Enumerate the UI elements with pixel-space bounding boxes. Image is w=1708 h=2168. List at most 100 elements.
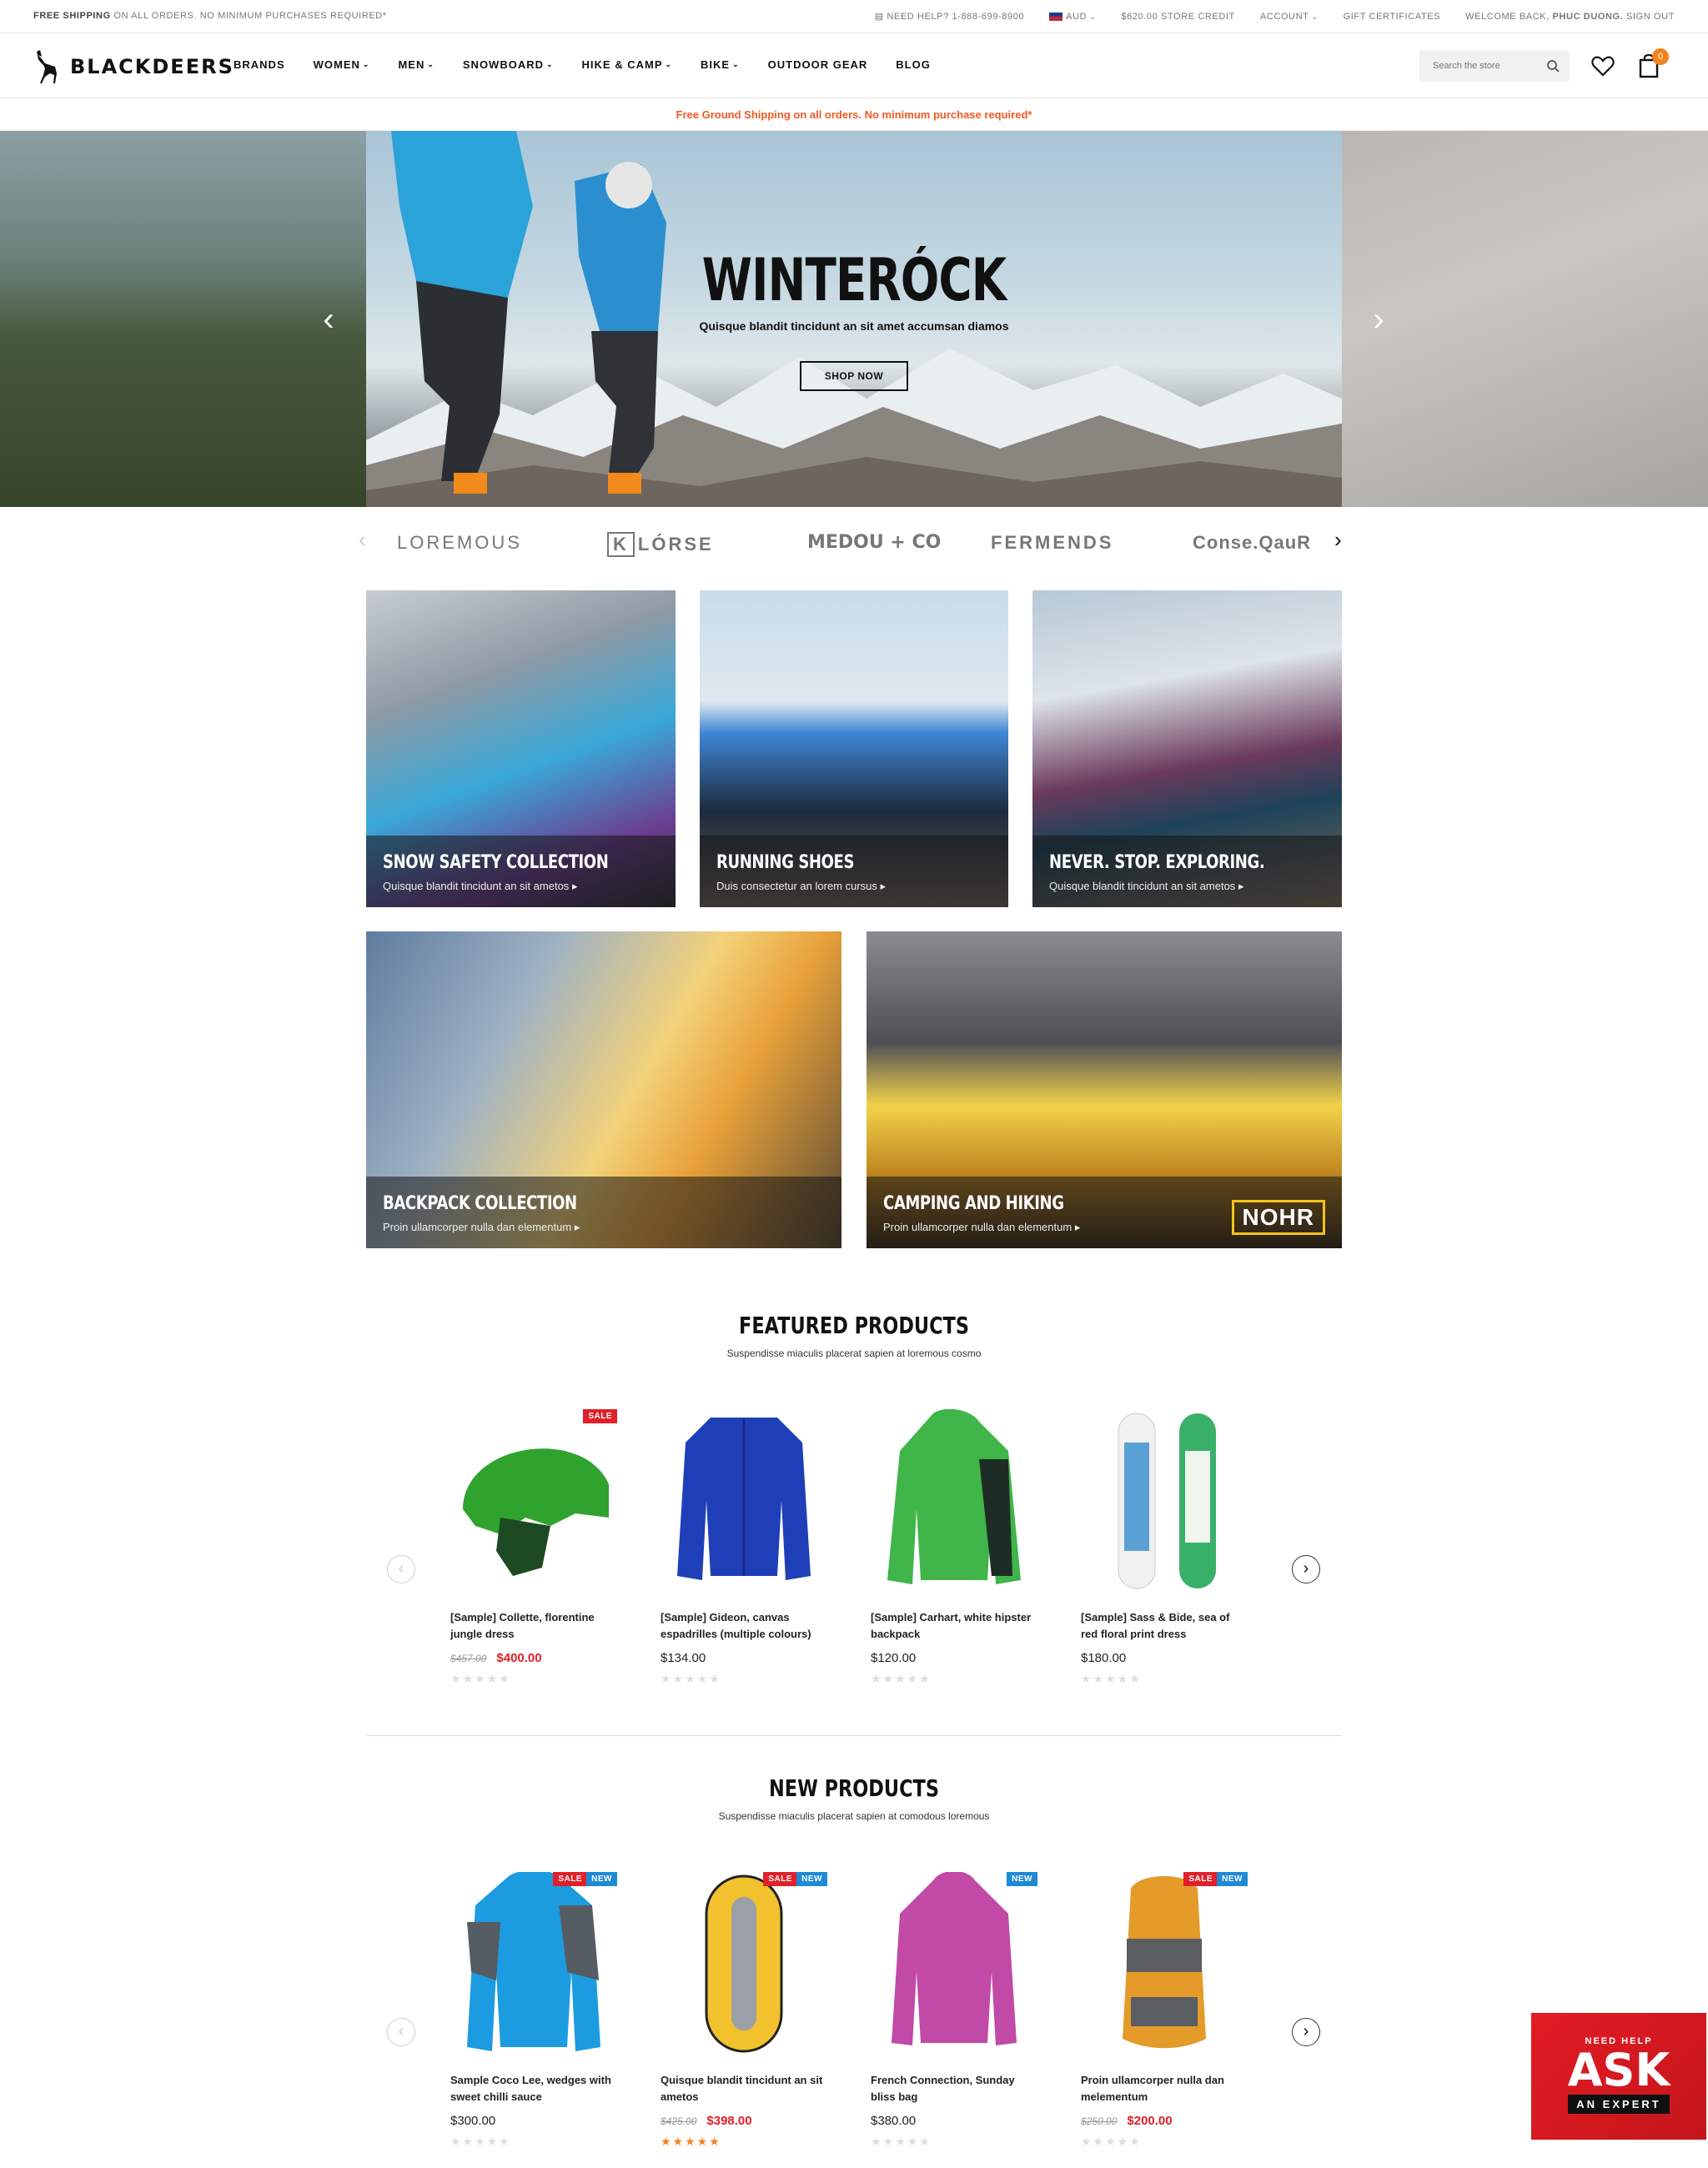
product-price: $398.00 xyxy=(706,2114,752,2128)
tile-camping-hiking[interactable]: CAMPING AND HIKING Proin ullamcorper null… xyxy=(867,931,1342,1248)
new-badge: NEW xyxy=(796,1872,827,1886)
product-name[interactable]: Quisque blandit tincidunt an sit ametos xyxy=(661,2072,827,2105)
gift-certificates-link[interactable]: GIFT CERTIFICATES xyxy=(1344,12,1441,22)
shop-now-button[interactable]: SHOP NOW xyxy=(800,361,908,391)
account-menu[interactable]: ACCOUNT ⌄ xyxy=(1260,12,1319,22)
sale-badge: SALE xyxy=(553,1872,587,1886)
nav-snowboard[interactable]: SNOWBOARD ⌄ xyxy=(463,58,554,71)
product-image[interactable]: NEW xyxy=(871,1870,1037,2055)
hero-title: WINTERÓCK xyxy=(701,246,1007,314)
flag-icon xyxy=(1049,12,1063,21)
product-card[interactable]: [Sample] Sass & Bide, sea of red floral … xyxy=(1081,1409,1248,1686)
product-image[interactable] xyxy=(661,1409,827,1593)
caret-right-icon: ▸ xyxy=(574,1221,580,1233)
logo[interactable]: BLACKDEERS xyxy=(33,48,234,85)
new-products-title: NEW PRODUCTS xyxy=(769,1774,939,1802)
product-name[interactable]: [Sample] Carhart, white hipster backpack xyxy=(871,1609,1037,1643)
brand-logo[interactable]: Conse.QauR xyxy=(1193,532,1311,554)
product-image[interactable]: SALE NEW xyxy=(450,1869,617,2055)
search-box xyxy=(1419,50,1570,82)
product-card[interactable]: SALE NEW Proin ullamcorper nulla dan mel… xyxy=(1081,1872,1248,2149)
caret-right-icon: ▸ xyxy=(1238,880,1244,892)
nav-women[interactable]: WOMEN ⌄ xyxy=(314,58,370,71)
welcome-text: WELCOME BACK, PHUC DUONG. SIGN OUT xyxy=(1465,11,1675,22)
shipping-banner: Free Ground Shipping on all orders. No m… xyxy=(0,99,1708,131)
product-image[interactable] xyxy=(871,1408,1037,1593)
helmet-image xyxy=(463,1448,609,1576)
ask-expert-widget[interactable]: NEED HELP ASK AN EXPERT xyxy=(1531,2013,1706,2140)
hiking-backpack-image xyxy=(1123,1876,1206,2049)
brand-nohr-logo: NOHR xyxy=(1231,1200,1325,1235)
featured-next-arrow-icon[interactable]: › xyxy=(1292,1555,1320,1583)
puffer-jacket-image xyxy=(677,1418,811,1580)
product-name[interactable]: French Connection, Sunday bliss bag xyxy=(871,2072,1037,2105)
product-name[interactable]: [Sample] Gideon, canvas espadrilles (mul… xyxy=(661,1609,827,1643)
brand-logo[interactable]: K LÓRSE xyxy=(607,532,714,557)
caret-right-icon: ▸ xyxy=(880,880,887,892)
nav-bike[interactable]: BIKE ⌄ xyxy=(701,58,740,71)
tile-never-stop-exploring[interactable]: NEVER. STOP. EXPLORING. Quisque blandit t… xyxy=(1032,590,1342,907)
currency-selector[interactable]: AUD ⌄ xyxy=(1049,12,1096,22)
sign-out-link[interactable]: SIGN OUT xyxy=(1626,12,1675,22)
hero-subtitle: Quisque blandit tincidunt an sit amet ac… xyxy=(699,319,1009,333)
tile-snow-safety[interactable]: SNOW SAFETY COLLECTION Quisque blandit ti… xyxy=(366,590,676,907)
product-card[interactable]: [Sample] Gideon, canvas espadrilles (mul… xyxy=(661,1409,827,1686)
product-name[interactable]: [Sample] Sass & Bide, sea of red floral … xyxy=(1081,1609,1248,1643)
product-card[interactable]: SALE [Sample] Collette, florentine jungl… xyxy=(450,1409,617,1686)
snowboard-image xyxy=(1118,1413,1216,1589)
help-phone-link[interactable]: ▤ NEED HELP? 1-888-699-8900 xyxy=(875,11,1024,22)
nav-men[interactable]: MEN ⌄ xyxy=(398,58,434,71)
brand-logo[interactable]: MEDOU + CO xyxy=(807,532,941,553)
search-icon[interactable] xyxy=(1546,59,1560,73)
chevron-down-icon: ⌄ xyxy=(732,60,740,68)
product-price: $134.00 xyxy=(661,1651,706,1665)
tile-running-shoes[interactable]: RUNNING SHOES Duis consectetur an lorem c… xyxy=(700,590,1008,907)
product-card[interactable]: SALE NEW Quisque blandit tincidunt an si… xyxy=(661,1872,827,2149)
rating-stars: ★★★★★ xyxy=(661,1672,721,1685)
chevron-down-icon: ⌄ xyxy=(362,60,370,68)
tile-backpack-collection[interactable]: BACKPACK COLLECTION Proin ullamcorper nul… xyxy=(366,931,841,1248)
product-image[interactable]: SALE NEW xyxy=(661,1872,827,2055)
sale-badge: SALE xyxy=(1183,1872,1218,1886)
rating-stars: ★★★★★ xyxy=(871,2135,932,2148)
featured-prev-arrow-icon[interactable]: ‹ xyxy=(387,1555,415,1583)
new-next-arrow-icon[interactable]: › xyxy=(1292,2018,1320,2046)
sale-badge: SALE xyxy=(583,1409,617,1423)
nav-outdoor-gear[interactable]: OUTDOOR GEAR xyxy=(768,58,868,71)
product-name[interactable]: Proin ullamcorper nulla dan melementum xyxy=(1081,2072,1248,2105)
hero-next-arrow-icon[interactable]: › xyxy=(1366,303,1391,336)
search-input[interactable] xyxy=(1419,50,1536,82)
nav-brands[interactable]: BRANDS xyxy=(234,58,285,71)
hero-prev-slide-image xyxy=(0,131,366,507)
chevron-down-icon: ⌄ xyxy=(665,60,673,68)
brand-logo[interactable]: FERMENDS xyxy=(991,532,1113,554)
brands-prev-arrow-icon[interactable]: ‹ xyxy=(359,527,369,553)
cart-count-badge: 0 xyxy=(1652,48,1669,65)
rating-stars: ★★★★★ xyxy=(661,2135,721,2148)
product-old-price: $425.00 xyxy=(661,2115,697,2127)
product-card[interactable]: [Sample] Carhart, white hipster backpack… xyxy=(871,1408,1037,1686)
section-divider xyxy=(366,1735,1342,1736)
rating-stars: ★★★★★ xyxy=(1081,1672,1142,1685)
brand-k-icon: K xyxy=(607,532,635,557)
sale-badge: SALE xyxy=(763,1872,797,1886)
wishlist-heart-icon[interactable] xyxy=(1590,53,1615,78)
product-old-price: $250.00 xyxy=(1081,2115,1118,2127)
brand-logo[interactable]: LOREMOUS xyxy=(397,532,522,554)
chevron-down-icon: ⌄ xyxy=(546,60,554,68)
product-name[interactable]: [Sample] Collette, florentine jungle dre… xyxy=(450,1609,617,1643)
product-name[interactable]: Sample Coco Lee, wedges with sweet chill… xyxy=(450,2072,617,2105)
product-image[interactable]: SALE xyxy=(450,1409,617,1593)
nav-blog[interactable]: BLOG xyxy=(896,58,931,71)
new-prev-arrow-icon[interactable]: ‹ xyxy=(387,2018,415,2046)
nav-hike-camp[interactable]: HIKE & CAMP ⌄ xyxy=(582,58,673,71)
product-card[interactable]: NEW French Connection, Sunday bliss bag … xyxy=(871,1870,1037,2149)
hero-prev-arrow-icon[interactable]: ‹ xyxy=(316,303,341,336)
brands-next-arrow-icon[interactable]: › xyxy=(1334,527,1344,553)
product-image[interactable] xyxy=(1081,1409,1248,1593)
hero-next-slide-image xyxy=(1342,131,1708,507)
new-badge: NEW xyxy=(1007,1872,1037,1886)
shipping-notice: FREE SHIPPING ON ALL ORDERS. NO MINIMUM … xyxy=(33,11,387,21)
product-image[interactable]: SALE NEW xyxy=(1081,1872,1248,2055)
product-card[interactable]: SALE NEW Sample Coco Lee, wedges with sw… xyxy=(450,1869,617,2149)
